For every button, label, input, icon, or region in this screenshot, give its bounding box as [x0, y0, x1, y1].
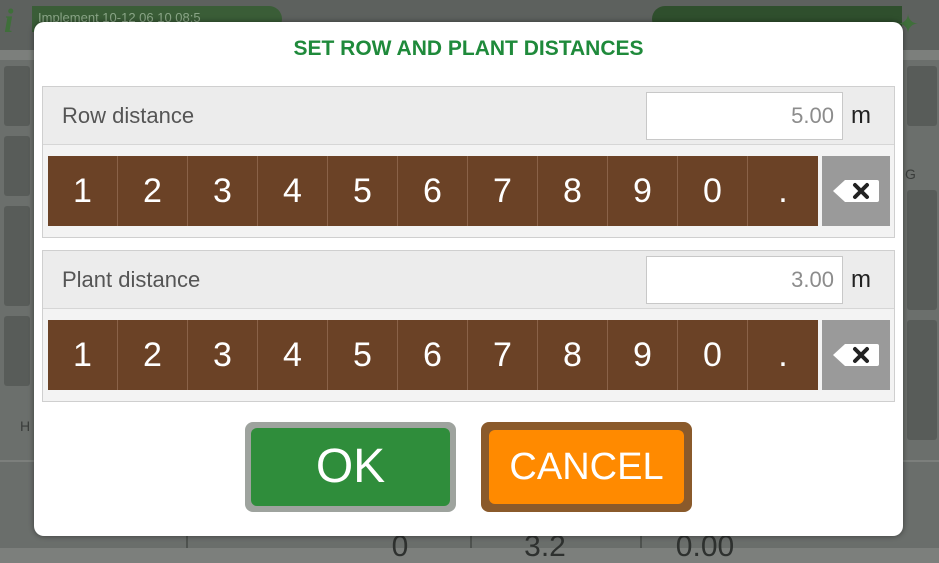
row-key-0[interactable]: 0: [678, 156, 748, 226]
plant-key-2[interactable]: 2: [118, 320, 188, 390]
plant-key-6[interactable]: 6: [398, 320, 468, 390]
background-tile: [4, 136, 30, 196]
ok-button[interactable]: OK: [245, 422, 456, 512]
background-left-panel: [0, 60, 34, 460]
backspace-icon: [833, 180, 879, 202]
plant-key-decimal[interactable]: .: [748, 320, 818, 390]
plant-key-5[interactable]: 5: [328, 320, 398, 390]
backspace-icon: [833, 344, 879, 366]
background-tile: [907, 320, 937, 440]
row-key-6[interactable]: 6: [398, 156, 468, 226]
plant-key-7[interactable]: 7: [468, 320, 538, 390]
plant-distance-label: Plant distance: [62, 267, 201, 292]
plant-key-3[interactable]: 3: [188, 320, 258, 390]
row-distance-panel: Row distance 5.00 m 1 2 3 4 5 6 7 8 9 0 …: [42, 86, 895, 238]
background-right-panel: [903, 60, 939, 460]
row-key-4[interactable]: 4: [258, 156, 328, 226]
distance-dialog: SET ROW AND PLANT DISTANCES Row distance…: [34, 22, 903, 536]
row-distance-header: Row distance 5.00 m: [43, 87, 894, 145]
row-distance-unit: m: [851, 102, 871, 129]
plant-backspace-button[interactable]: [822, 320, 890, 390]
plant-distance-unit: m: [851, 266, 871, 293]
row-distance-input[interactable]: 5.00: [646, 92, 843, 140]
background-tile: [4, 206, 30, 306]
info-icon: i: [4, 3, 14, 40]
plant-key-9[interactable]: 9: [608, 320, 678, 390]
plant-distance-panel: Plant distance 3.00 m 1 2 3 4 5 6 7 8 9 …: [42, 250, 895, 402]
cancel-button-label: CANCEL: [489, 430, 684, 504]
plant-key-8[interactable]: 8: [538, 320, 608, 390]
row-key-2[interactable]: 2: [118, 156, 188, 226]
plant-key-1[interactable]: 1: [48, 320, 118, 390]
background-tile: [4, 316, 30, 386]
background-letter: G: [905, 166, 916, 182]
plant-distance-keypad: 1 2 3 4 5 6 7 8 9 0 .: [48, 320, 818, 390]
row-key-3[interactable]: 3: [188, 156, 258, 226]
background-letter: H: [20, 418, 31, 434]
row-distance-keypad: 1 2 3 4 5 6 7 8 9 0 .: [48, 156, 818, 226]
row-key-9[interactable]: 9: [608, 156, 678, 226]
background-tile: [907, 66, 937, 126]
row-key-7[interactable]: 7: [468, 156, 538, 226]
dialog-title: SET ROW AND PLANT DISTANCES: [293, 37, 644, 60]
background-tile: [907, 190, 937, 310]
row-key-1[interactable]: 1: [48, 156, 118, 226]
row-key-5[interactable]: 5: [328, 156, 398, 226]
plant-key-0[interactable]: 0: [678, 320, 748, 390]
ok-button-label: OK: [251, 428, 450, 506]
plant-key-4[interactable]: 4: [258, 320, 328, 390]
plant-distance-header: Plant distance 3.00 m: [43, 251, 894, 309]
background-tile: [4, 66, 30, 126]
cancel-button[interactable]: CANCEL: [481, 422, 692, 512]
plant-distance-input[interactable]: 3.00: [646, 256, 843, 304]
row-distance-label: Row distance: [62, 103, 195, 128]
row-backspace-button[interactable]: [822, 156, 890, 226]
row-key-8[interactable]: 8: [538, 156, 608, 226]
row-key-decimal[interactable]: .: [748, 156, 818, 226]
